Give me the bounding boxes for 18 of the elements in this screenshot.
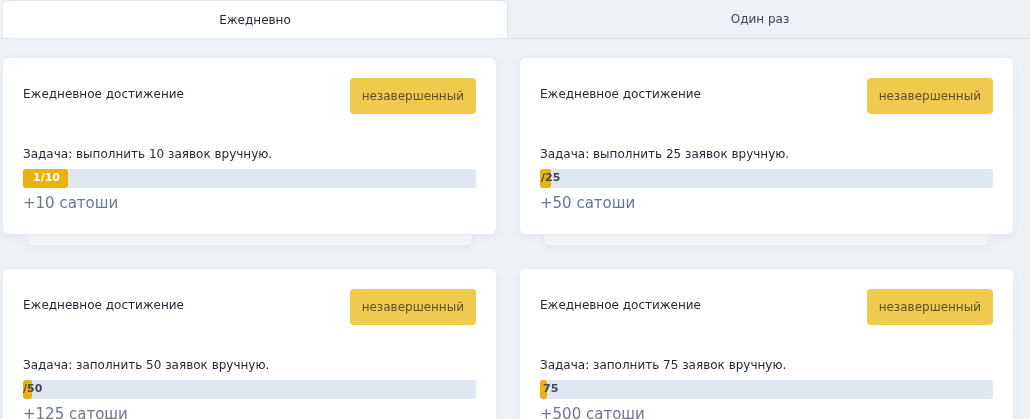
task-text: Задача: выполнить 25 заявок вручную.: [540, 147, 791, 161]
task-text: Задача: выполнить 10 заявок вручную.: [23, 147, 274, 161]
status-badge[interactable]: незавершенный: [866, 78, 993, 114]
card-title: Ежедневное достижение: [540, 298, 701, 312]
status-badge[interactable]: незавершенный: [866, 289, 993, 325]
reward-text: +500 сатоши: [540, 405, 646, 419]
status-badge[interactable]: незавершенный: [349, 289, 476, 325]
reward-text: +10 сатоши: [23, 194, 120, 212]
task-text: Задача: заполнить 50 заявок вручную.: [23, 358, 271, 372]
task-text: Задача: заполнить 75 заявок вручную.: [540, 358, 788, 372]
tab[interactable]: Ежедневно: [2, 0, 508, 38]
progress-label: 1/10: [33, 171, 60, 184]
card-title: Ежедневное достижение: [23, 298, 184, 312]
reward-text: +50 сатоши: [540, 194, 637, 212]
card-title: Ежедневное достижение: [540, 87, 701, 101]
card-title: Ежедневное достижение: [23, 87, 184, 101]
reward-text: +125 сатоши: [23, 405, 129, 419]
status-badge[interactable]: незавершенный: [349, 78, 476, 114]
